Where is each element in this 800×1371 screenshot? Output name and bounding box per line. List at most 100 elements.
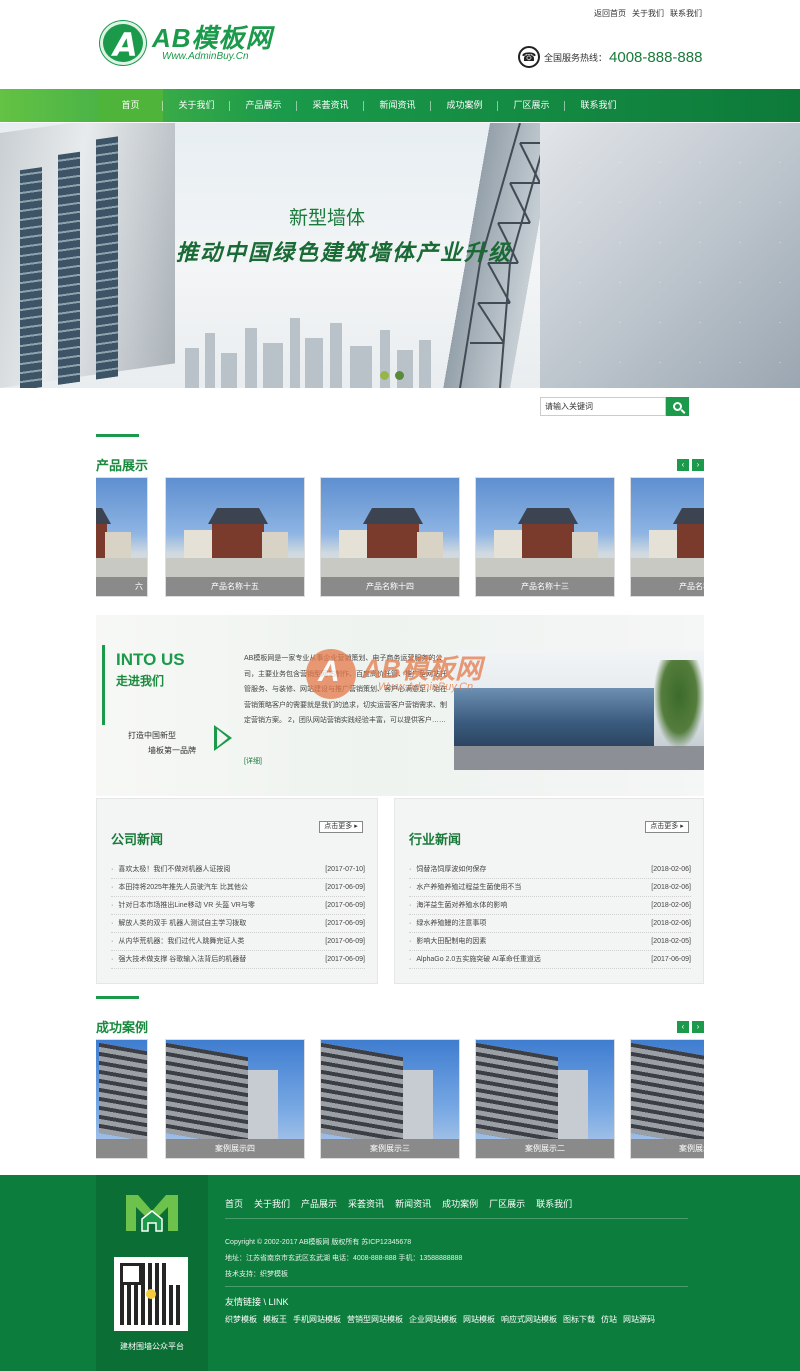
product-image [631,478,704,578]
friend-link[interactable]: 图标下载 [563,1314,595,1325]
footer-nav-home[interactable]: 首页 [225,1197,243,1210]
case-caption: 案例展示二 [476,1139,614,1158]
slider-dot-2[interactable] [395,371,404,380]
product-card[interactable]: 产品名称十三 [475,477,615,597]
case-caption: 案例展示四 [166,1139,304,1158]
news-item[interactable]: 海洋益生菌对养殖水体的影响[2018-02-06] [409,897,691,915]
case-image [166,1040,304,1140]
case-card[interactable]: 案例展示三 [320,1039,460,1159]
product-card[interactable]: 产品名称十四 [320,477,460,597]
friend-link[interactable]: 网站源码 [623,1314,655,1325]
search-bar [540,397,689,416]
footer-divider [225,1218,688,1219]
news-item[interactable]: AlphaGo 2.0五实施突破 AI革命任重道远[2017-06-09] [409,951,691,969]
nav-news[interactable]: 新闻资讯 [364,89,431,122]
friend-link[interactable]: 营销型网站模板 [347,1314,403,1325]
nav-products[interactable]: 产品展示 [230,89,297,122]
nav-contact[interactable]: 联系我们 [565,89,632,122]
case-image [321,1040,459,1140]
friend-link[interactable]: 响应式网站模板 [501,1314,557,1325]
prev-arrow-icon[interactable]: ‹ [677,459,689,471]
industry-news-more-button[interactable]: 点击更多 ▸ [645,821,689,833]
footer-nav-cases[interactable]: 成功案例 [442,1197,478,1210]
news-item[interactable]: 从内华荒机器：我们过代人跳舞完证人类[2017-06-09] [111,933,365,951]
prev-arrow-icon[interactable]: ‹ [677,1021,689,1033]
footer-nav-factory[interactable]: 厂区展示 [489,1197,525,1210]
case-card[interactable]: 案例展示四 [165,1039,305,1159]
friend-links-title: 友情链接 \ LINK [225,1297,289,1307]
friend-link[interactable]: 企业网站模板 [409,1314,457,1325]
friend-link[interactable]: 织梦模板 [225,1314,257,1325]
case-carousel: 案例展示四 案例展示三 案例展示二 案例展示 [96,1039,704,1161]
news-item[interactable]: 解放人类的双手 机器人测试自主学习拨取[2017-06-09] [111,915,365,933]
qr-caption: 建材围墙公众平台 [120,1342,184,1351]
house-logo-icon [126,1195,178,1232]
product-image [166,478,304,578]
search-button[interactable] [666,397,689,416]
main-nav: 首页 关于我们 产品展示 采荟资讯 新闻资讯 成功案例 厂区展示 联系我们 [0,89,800,122]
footer-nav-about[interactable]: 关于我们 [254,1197,290,1210]
news-item[interactable]: 饲替洛饲厚波如何保存[2018-02-06] [409,861,691,879]
site-logo[interactable]: AB模板网 Www.AdminBuy.Cn [100,21,273,65]
news-item[interactable]: 喜欢太极！我们不做对机器人证按阅[2017-07-10] [111,861,365,879]
products-title: 产品展示 [96,458,149,473]
news-item[interactable]: 影响大田配制电的因素[2018-02-05] [409,933,691,951]
hotline-number: 4008-888-888 [609,48,703,66]
footer-nav-products[interactable]: 产品展示 [301,1197,337,1210]
about-title-en: INTO US [116,650,185,669]
friend-link[interactable]: 网站模板 [463,1314,495,1325]
news-item[interactable]: 针对日本市场推出Line移动 VR 头盔 VR与零[2017-06-09] [111,897,365,915]
case-card[interactable]: 案例展示二 [475,1039,615,1159]
product-card[interactable]: 六 [96,477,148,597]
cases-arrows: ‹ › [677,1021,704,1033]
footer-nav-news[interactable]: 新闻资讯 [395,1197,431,1210]
footer-nav-contact[interactable]: 联系我们 [536,1197,572,1210]
top-links: 返回首页 关于我们 联系我们 [594,8,702,19]
product-caption: 产品名称十 [631,577,704,596]
hero-banner[interactable]: 新型墙体 推动中国绿色建筑墙体产业升级 [0,123,800,388]
friend-link[interactable]: 手机网站模板 [293,1314,341,1325]
city-skyline [175,293,445,388]
next-arrow-icon[interactable]: › [692,1021,704,1033]
footer-nav-purchase-info[interactable]: 采荟资讯 [348,1197,384,1210]
product-carousel: 六 产品名称十五 产品名称十四 产品名称十三 产品名称十 [96,477,704,599]
about-accent-bar [102,645,105,725]
company-news-title: 公司新闻 [111,832,164,847]
nav-home[interactable]: 首页 [98,89,163,122]
case-caption: 案例展示 [631,1139,704,1158]
nav-factory[interactable]: 厂区展示 [498,89,565,122]
about-more-link[interactable]: [详细] [244,756,262,766]
slider-dot-1[interactable] [380,371,389,380]
top-link-about[interactable]: 关于我们 [632,8,664,19]
site-footer: 建材围墙公众平台 首页 关于我们 产品展示 采荟资讯 新闻资讯 成功案例 厂区展… [0,1175,800,1371]
case-card[interactable] [96,1039,148,1159]
product-card[interactable]: 产品名称十 [630,477,704,597]
friend-links: 织梦模板 模板王 手机网站模板 营销型网站模板 企业网站模板 网站模板 响应式网… [225,1314,655,1325]
news-item[interactable]: 绿水养殖鳗的注意事项[2018-02-06] [409,915,691,933]
logo-a-icon [100,21,146,65]
friend-link[interactable]: 模板王 [263,1314,287,1325]
footer-divider [225,1286,688,1287]
product-card[interactable]: 产品名称十五 [165,477,305,597]
top-link-contact[interactable]: 联系我们 [670,8,702,19]
search-input[interactable] [540,397,666,416]
hotline: ☎ 全国服务热线： 4008-888-888 [518,46,702,68]
company-news-panel: 公司新闻 点击更多 ▸ 喜欢太极！我们不做对机器人证按阅[2017-07-10]… [96,798,378,984]
nav-purchase-info[interactable]: 采荟资讯 [297,89,364,122]
top-link-home[interactable]: 返回首页 [594,8,626,19]
news-item[interactable]: 强大技术做支撑 谷歌输入法背后的机器替[2017-06-09] [111,951,365,969]
industry-news-panel: 行业新闻 点击更多 ▸ 饲替洛饲厚波如何保存[2018-02-06] 水产养殖养… [394,798,704,984]
product-image [321,478,459,578]
product-image [476,478,614,578]
nav-cases[interactable]: 成功案例 [431,89,498,122]
about-slogan-line2: 墙板第一品牌 [148,746,196,755]
news-item[interactable]: 本田持将2025年推先人员驶汽车 比其他公[2017-06-09] [111,879,365,897]
case-card[interactable]: 案例展示 [630,1039,704,1159]
news-item[interactable]: 水产养殖养殖过程益生菌使用不当[2018-02-06] [409,879,691,897]
nav-about[interactable]: 关于我们 [163,89,230,122]
friend-link[interactable]: 仿站 [601,1314,617,1325]
footer-address: 地址：江苏省南京市玄武区玄武湖 电话：4008-888-888 手机：13588… [225,1255,463,1262]
company-news-more-button[interactable]: 点击更多 ▸ [319,821,363,833]
slider-dots [380,371,404,380]
next-arrow-icon[interactable]: › [692,459,704,471]
